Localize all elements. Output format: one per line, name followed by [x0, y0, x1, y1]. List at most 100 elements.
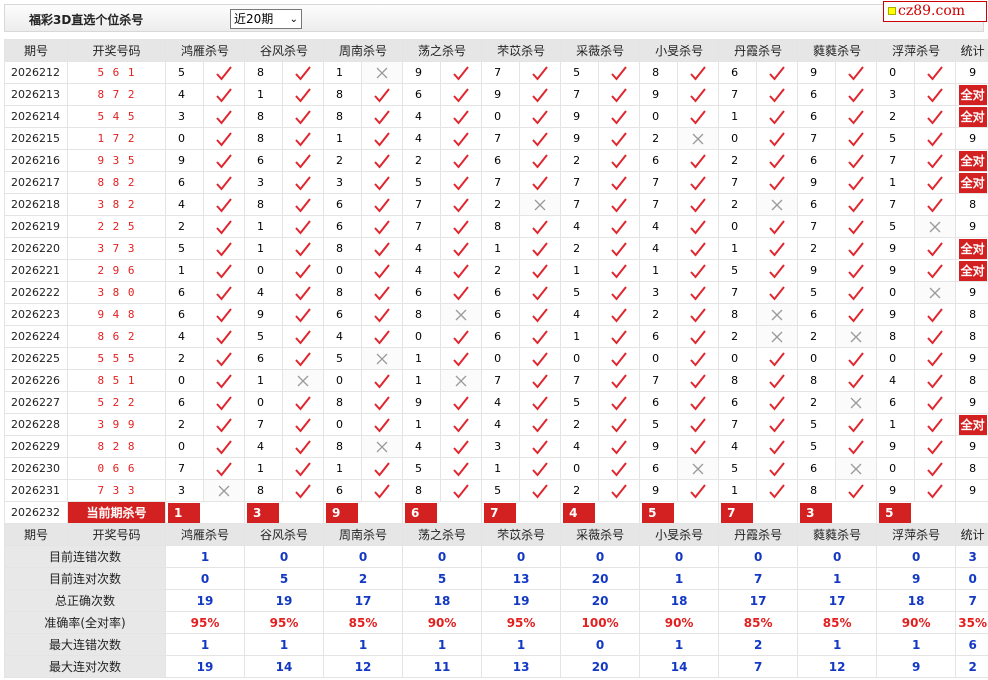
check-icon [441, 483, 481, 499]
total-cell: 8 [955, 325, 988, 348]
table-row: 2026225 5 5 52 6 5 1 0 0 0 0 0 0 9 [4, 347, 988, 370]
kill-number-cell: 5 [876, 127, 916, 150]
current-kill-number: 3 [247, 502, 280, 523]
period-select[interactable]: 近20期 ⌄ [230, 9, 302, 29]
current-kill-cell: 3 [244, 501, 325, 524]
site-logo[interactable]: cz89.com [883, 1, 987, 22]
kill-number-cell: 0 [876, 61, 916, 84]
result-cell [361, 193, 404, 216]
all-correct-badge: 全对 [958, 414, 987, 435]
current-kill-label: 当前期杀号 [67, 501, 166, 524]
kill-number-cell: 8 [323, 281, 363, 304]
kill-number-cell: 1 [402, 347, 442, 370]
stats-value: 1 [164, 545, 246, 568]
result-cell [756, 83, 799, 106]
total-cell: 9 [955, 391, 988, 414]
check-icon [441, 87, 481, 103]
result-cell [598, 457, 641, 480]
result-cell [282, 281, 325, 304]
prize-number-cell: 3 9 9 [67, 413, 166, 436]
check-icon [441, 175, 481, 191]
all-correct-badge: 全对 [958, 172, 987, 193]
check-icon [362, 131, 402, 147]
check-icon [836, 219, 876, 235]
check-icon [520, 109, 560, 125]
result-cell [677, 479, 720, 502]
kill-number-cell: 0 [323, 259, 363, 282]
page: { "header": { "title": "福彩3D直选个位杀号", "pe… [0, 0, 988, 680]
result-cell [202, 259, 246, 282]
kill-number-cell: 7 [244, 413, 284, 436]
stats-value: 0 [560, 633, 641, 656]
result-cell [835, 391, 878, 414]
kill-number-cell: 4 [639, 237, 679, 260]
period-cell: 2026219 [4, 215, 68, 238]
stats-value: 19 [244, 589, 325, 612]
table-row: 2026223 9 4 869686428698 [4, 303, 988, 326]
total-cell: 9 [955, 479, 988, 502]
kill-number-cell: 2 [718, 193, 758, 216]
kill-number-cell: 6 [402, 83, 442, 106]
kill-number-cell: 9 [244, 303, 284, 326]
result-cell [519, 61, 562, 84]
result-cell [835, 149, 878, 172]
check-icon [441, 417, 481, 433]
total-cell: 8 [955, 369, 988, 392]
result-cell [835, 281, 878, 304]
stats-value: 17 [718, 589, 799, 612]
kill-number-cell: 7 [718, 413, 758, 436]
total-cell: 9 [955, 347, 988, 370]
period-cell: 2026220 [4, 237, 68, 260]
kill-number-cell: 9 [402, 391, 442, 414]
result-cell [677, 391, 720, 414]
stats-value: 0 [718, 545, 799, 568]
cross-icon [362, 352, 402, 366]
check-icon [283, 439, 323, 455]
all-correct-badge: 全对 [958, 150, 987, 171]
kill-number-cell: 5 [718, 259, 758, 282]
result-cell [440, 347, 483, 370]
stats-label: 总正确次数 [4, 589, 166, 612]
stats-value: 13 [481, 655, 562, 678]
prize-number-cell: 5 4 5 [67, 105, 166, 128]
stats-value: 0 [481, 545, 562, 568]
check-icon [599, 373, 639, 389]
kill-number-cell: 8 [323, 237, 363, 260]
check-icon [757, 263, 797, 279]
result-cell [282, 61, 325, 84]
result-cell [677, 127, 720, 150]
stats-value: 1 [797, 633, 878, 656]
table-row: 2026218 3 8 24 8 6 7 2 7 7 2 6 7 8 [4, 193, 988, 216]
result-cell [598, 171, 641, 194]
result-cell [756, 237, 799, 260]
table-row: 2026221 2 9 6 1 0 0 4 2 1 1 5 9 9 全对 [4, 259, 988, 282]
result-cell [677, 61, 720, 84]
check-icon [362, 153, 402, 169]
check-icon [204, 307, 244, 323]
result-cell [598, 479, 641, 502]
result-cell [677, 369, 720, 392]
result-cell [519, 105, 562, 128]
result-cell [756, 149, 799, 172]
prize-number-cell: 8 5 1 [67, 369, 166, 392]
check-icon [362, 417, 402, 433]
result-cell [677, 435, 720, 458]
check-icon [204, 153, 244, 169]
result-cell [202, 61, 246, 84]
check-icon [915, 87, 955, 103]
check-icon [520, 263, 560, 279]
kill-number-cell: 5 [797, 435, 837, 458]
result-cell [598, 61, 641, 84]
check-icon [204, 395, 244, 411]
check-icon [599, 417, 639, 433]
result-cell [835, 347, 878, 370]
kill-number-cell: 7 [718, 83, 758, 106]
stats-value: 19 [164, 589, 246, 612]
check-icon [441, 219, 481, 235]
result-cell [282, 303, 325, 326]
kill-number-cell: 0 [244, 259, 284, 282]
check-icon [915, 395, 955, 411]
check-icon [362, 109, 402, 125]
check-icon [283, 87, 323, 103]
kill-number-cell: 2 [481, 259, 521, 282]
